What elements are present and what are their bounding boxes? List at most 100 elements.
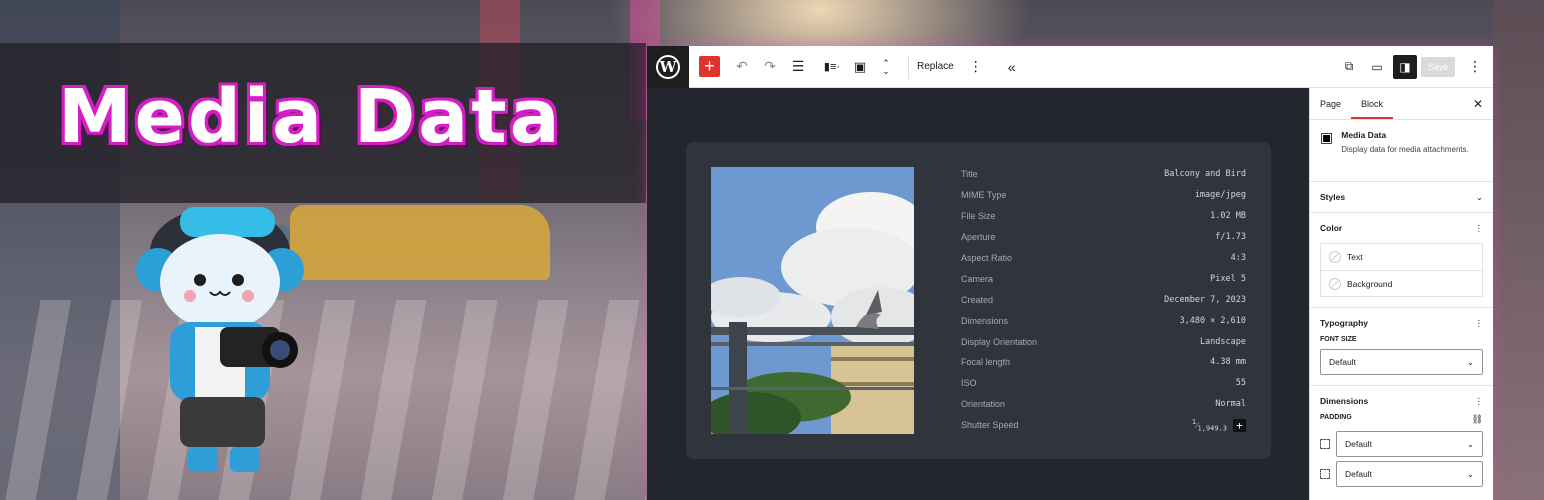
padding-vertical-icon bbox=[1320, 439, 1330, 449]
padding-label: PADDING bbox=[1320, 414, 1352, 421]
hero-title: Media Data bbox=[58, 74, 563, 160]
color-label: Color bbox=[1320, 223, 1343, 233]
metadata-key: Focal length bbox=[961, 357, 1011, 368]
metadata-value: Pixel 5 bbox=[1210, 273, 1246, 284]
more-vertical-icon[interactable]: ⋮ bbox=[1475, 396, 1484, 407]
wordpress-logo-icon[interactable]: W bbox=[647, 45, 689, 88]
metadata-value: image/jpeg bbox=[1194, 190, 1246, 201]
redo-icon[interactable]: ↷ bbox=[758, 55, 782, 79]
more-vertical-icon[interactable]: ⋮ bbox=[1475, 318, 1484, 329]
inline-add-icon[interactable]: + bbox=[1233, 418, 1246, 432]
metadata-key: Display Orientation bbox=[961, 336, 1038, 347]
color-text-item[interactable]: Text bbox=[1321, 244, 1482, 270]
metadata-key: Title bbox=[961, 169, 978, 180]
metadata-row: File Size 1.02 MB bbox=[961, 206, 1246, 227]
metadata-key: Aperture bbox=[961, 232, 996, 243]
metadata-row: ISO 55 bbox=[961, 373, 1246, 394]
metadata-key: Created bbox=[961, 294, 994, 305]
swatch-icon bbox=[1329, 251, 1341, 263]
font-size-select[interactable]: Default ⌄ bbox=[1320, 349, 1483, 375]
dimensions-label: Dimensions bbox=[1320, 396, 1369, 406]
metadata-value: December 7, 2023 bbox=[1164, 294, 1246, 305]
more-options-icon[interactable]: ⋮ bbox=[964, 55, 988, 79]
metadata-value: Normal bbox=[1215, 399, 1246, 410]
chevron-down-icon: ⌄ bbox=[1466, 438, 1474, 449]
tab-page[interactable]: Page bbox=[1310, 88, 1351, 119]
metadata-value: Balcony and Bird bbox=[1164, 169, 1246, 180]
metadata-row: Aspect Ratio 4:3 bbox=[961, 248, 1246, 269]
metadata-list: Title Balcony and Bird MIME Type image/jpe… bbox=[961, 164, 1246, 436]
color-item-label: Text bbox=[1347, 252, 1363, 262]
move-up-down-icon[interactable]: ⌃ ⌄ bbox=[874, 55, 898, 79]
link-icon[interactable]: ⛓ bbox=[1472, 414, 1483, 425]
metadata-value: 4.38 mm bbox=[1210, 357, 1246, 368]
metadata-value: Landscape bbox=[1199, 336, 1246, 347]
typography-label: Typography bbox=[1320, 318, 1369, 328]
styles-label: Styles bbox=[1320, 192, 1346, 202]
styles-panel[interactable]: Styles ⌄ bbox=[1310, 182, 1493, 213]
swatch-icon bbox=[1329, 277, 1341, 290]
metadata-value: 3,480 × 2,610 bbox=[1179, 315, 1246, 326]
select-value: Default bbox=[1345, 439, 1372, 449]
replace-button[interactable]: Replace bbox=[908, 54, 962, 79]
add-block-button[interactable]: + bbox=[699, 56, 720, 77]
color-item-label: Background bbox=[1347, 278, 1393, 289]
padding-vertical-select[interactable]: Default ⌄ bbox=[1336, 431, 1483, 457]
settings-panel-icon[interactable]: ◨ bbox=[1393, 54, 1417, 79]
options-menu-icon[interactable]: ⋮ bbox=[1463, 55, 1487, 79]
padding-horizontal-icon bbox=[1320, 469, 1330, 479]
metadata-value: f/1.73 bbox=[1215, 232, 1246, 243]
device-preview-icon[interactable]: ▭ bbox=[1365, 55, 1389, 79]
select-value: Default bbox=[1329, 357, 1356, 367]
metadata-row: Aperture f/1.73 bbox=[961, 227, 1246, 248]
view-page-icon[interactable]: ⧉ bbox=[1337, 55, 1361, 79]
undo-icon[interactable]: ↶ bbox=[730, 55, 754, 79]
block-card: ▣ Media Data Display data for media atta… bbox=[1310, 120, 1493, 182]
save-button[interactable]: Save bbox=[1421, 56, 1455, 77]
metadata-row: Created December 7, 2023 bbox=[961, 289, 1246, 310]
metadata-row: Camera Pixel 5 bbox=[961, 268, 1246, 289]
metadata-value: 1.02 MB bbox=[1210, 211, 1246, 222]
select-value: Default bbox=[1345, 469, 1372, 479]
sidebar-tabs: Page Block ✕ bbox=[1310, 88, 1493, 120]
font-size-label: FONT SIZE bbox=[1320, 336, 1357, 343]
metadata-key: MIME Type bbox=[961, 190, 1007, 201]
metadata-key: Shutter Speed bbox=[961, 420, 1019, 431]
metadata-key: Dimensions bbox=[961, 315, 1009, 326]
shutter-denominator: 1,949.3 bbox=[1197, 424, 1227, 433]
chevron-down-icon: ⌄ bbox=[1466, 356, 1474, 367]
metadata-row: Orientation Normal bbox=[961, 394, 1246, 415]
metadata-row: Display Orientation Landscape bbox=[961, 331, 1246, 352]
media-data-block-icon[interactable]: ▣ bbox=[848, 55, 872, 79]
color-background-item[interactable]: Background bbox=[1321, 270, 1482, 296]
tab-block[interactable]: Block bbox=[1351, 88, 1394, 119]
color-panel: Color ⋮ Text Background bbox=[1310, 213, 1493, 308]
editor-toolbar: W + ↶ ↷ ☰ ▮≡· ▣ ⌃ ⌄ Replace ⋮ « ⧉ ▭ ◨ Sav… bbox=[647, 45, 1493, 88]
metadata-row: Title Balcony and Bird bbox=[961, 164, 1246, 185]
chevron-down-icon: ⌄ bbox=[1466, 468, 1474, 479]
shutter-numerator: 1 bbox=[1191, 417, 1197, 426]
metadata-value: 55 bbox=[1235, 378, 1246, 389]
typography-panel: Typography ⋮ FONT SIZE Default ⌄ bbox=[1310, 308, 1493, 386]
block-editor-window: W + ↶ ↷ ☰ ▮≡· ▣ ⌃ ⌄ Replace ⋮ « ⧉ ▭ ◨ Sav… bbox=[647, 45, 1493, 500]
metadata-row: MIME Type image/jpeg bbox=[961, 185, 1246, 206]
metadata-row: Shutter Speed 1⁄1,949.3 + bbox=[961, 415, 1246, 436]
metadata-key: ISO bbox=[961, 378, 977, 389]
mascot-illustration bbox=[136, 207, 304, 472]
metadata-value: 1⁄1,949.3 + bbox=[1191, 417, 1246, 433]
chevron-down-icon[interactable]: ⌄ bbox=[1476, 192, 1483, 203]
collapse-toolbar-icon[interactable]: « bbox=[1000, 55, 1024, 79]
metadata-key: Orientation bbox=[961, 399, 1006, 410]
color-options: Text Background bbox=[1320, 243, 1483, 297]
close-icon[interactable]: ✕ bbox=[1473, 88, 1483, 120]
metadata-key: Aspect Ratio bbox=[961, 253, 1013, 263]
more-vertical-icon[interactable]: ⋮ bbox=[1475, 223, 1484, 234]
media-data-block[interactable]: Title Balcony and Bird MIME Type image/jpe… bbox=[686, 142, 1271, 459]
block-drag-handle-icon[interactable]: ▮≡· bbox=[820, 55, 844, 79]
document-overview-icon[interactable]: ☰ bbox=[786, 55, 810, 79]
padding-horizontal-select[interactable]: Default ⌄ bbox=[1336, 461, 1483, 487]
metadata-row: Dimensions 3,480 × 2,610 bbox=[961, 310, 1246, 331]
metadata-key: Camera bbox=[961, 273, 994, 284]
metadata-key: File Size bbox=[961, 211, 996, 222]
metadata-value: 4:3 bbox=[1230, 253, 1246, 263]
